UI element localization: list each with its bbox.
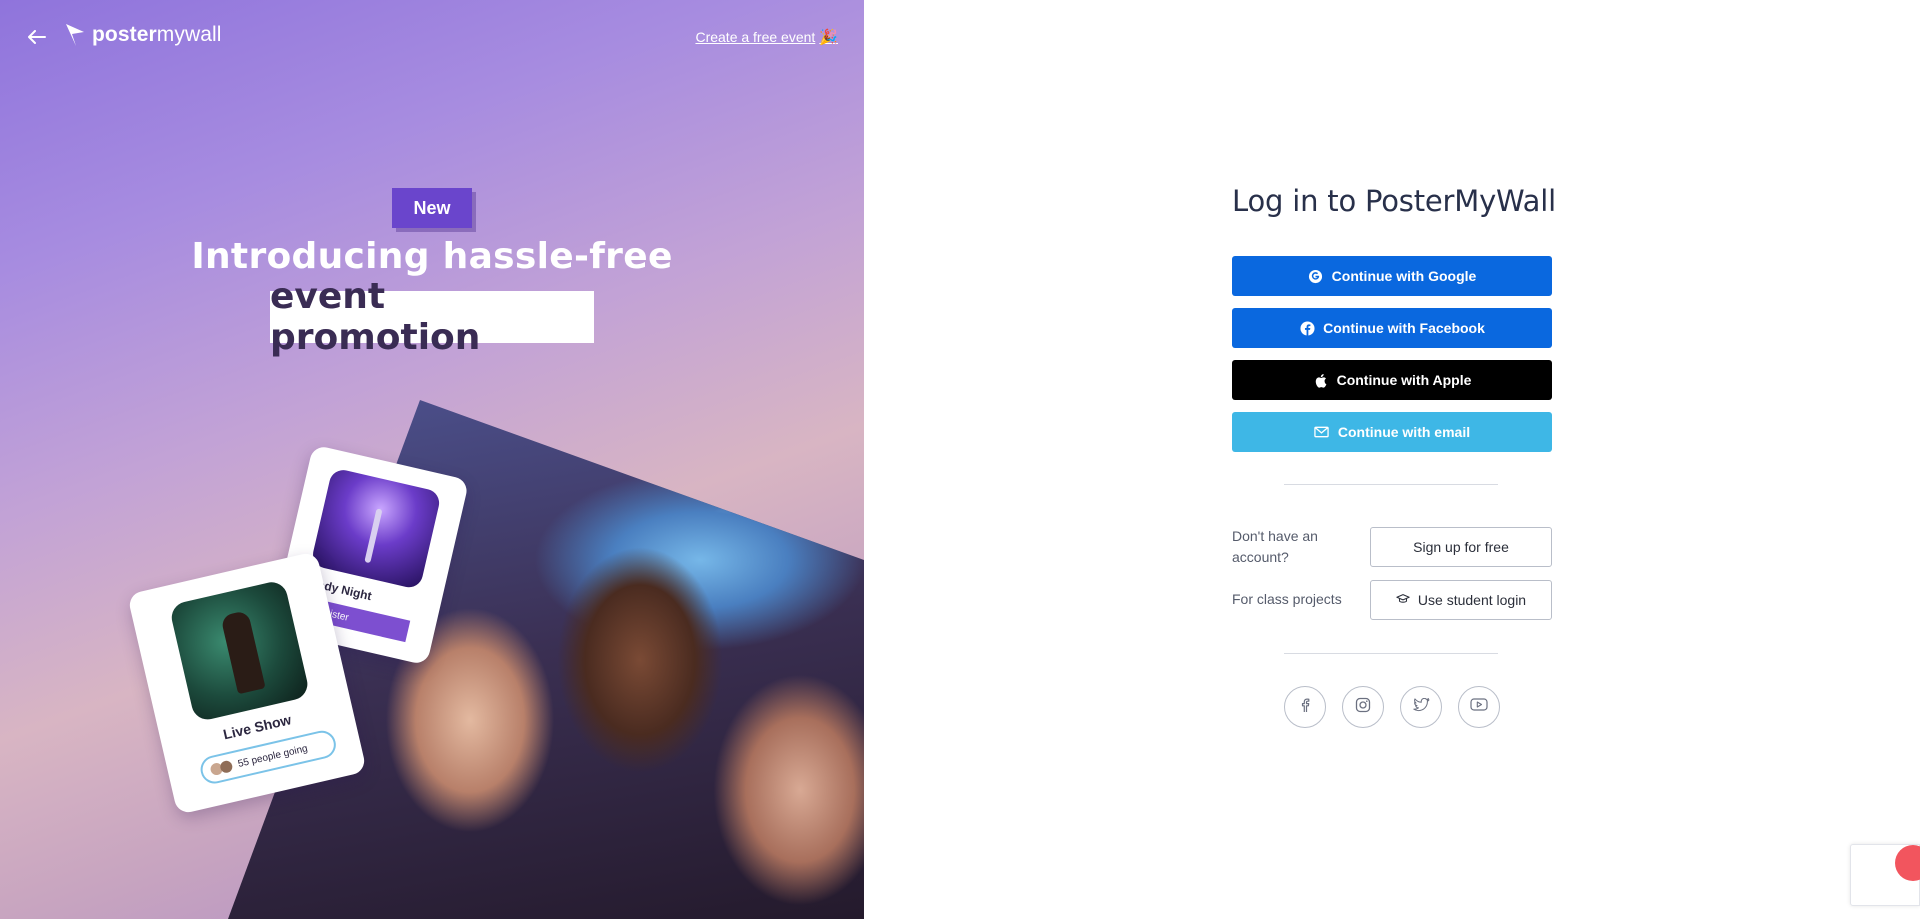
continue-with-google-button[interactable]: Continue with Google (1232, 256, 1552, 296)
login-panel: Log in to PosterMyWall Continue with Goo… (864, 0, 1920, 919)
apple-button-label: Continue with Apple (1336, 372, 1472, 388)
youtube-social-link[interactable] (1458, 686, 1500, 728)
postermywall-logo[interactable]: postermywall (64, 22, 222, 48)
facebook-icon (1300, 697, 1310, 718)
people-going-label: 55 people going (236, 742, 309, 770)
promo-panel: postermywall Create a free event 🎉 New I… (0, 0, 864, 919)
signup-prompt: Don't have an account? (1232, 528, 1318, 565)
logo-mark-icon (66, 24, 84, 46)
graduation-cap-icon (1396, 592, 1410, 608)
continue-with-facebook-button[interactable]: Continue with Facebook (1232, 308, 1552, 348)
crowd-photo (228, 400, 864, 919)
promo-headline-highlight: event promotion (270, 276, 594, 358)
recaptcha-badge[interactable] (1850, 844, 1920, 906)
back-arrow-icon[interactable] (24, 24, 50, 50)
divider (1284, 653, 1498, 654)
sign-up-label: Sign up for free (1413, 539, 1509, 555)
sign-up-button[interactable]: Sign up for free (1370, 527, 1552, 567)
facebook-social-link[interactable] (1284, 686, 1326, 728)
promo-topbar: postermywall Create a free event 🎉 (0, 0, 864, 72)
email-button-label: Continue with email (1337, 424, 1471, 440)
facebook-button-label: Continue with Facebook (1323, 320, 1485, 336)
student-login-label: Use student login (1417, 592, 1527, 608)
continue-with-email-button[interactable]: Continue with email (1232, 412, 1552, 452)
google-icon (1308, 268, 1324, 284)
comedy-card-image (310, 467, 442, 591)
twitter-icon (1412, 697, 1430, 717)
logo-text: postermywall (92, 23, 222, 46)
continue-with-apple-button[interactable]: Continue with Apple (1232, 360, 1552, 400)
live-card-image (168, 579, 311, 723)
apple-icon (1313, 372, 1329, 388)
student-login-button[interactable]: Use student login (1370, 580, 1552, 620)
create-event-label: Create a free event (695, 29, 816, 45)
instagram-icon (1355, 697, 1371, 718)
instagram-social-link[interactable] (1342, 686, 1384, 728)
promo-headline: Introducing hassle-free (191, 236, 673, 277)
google-button-label: Continue with Google (1331, 268, 1477, 284)
mail-icon (1314, 424, 1330, 440)
class-projects-prompt: For class projects (1232, 591, 1342, 607)
recaptcha-logo-icon (1895, 845, 1920, 881)
youtube-icon (1470, 698, 1488, 716)
party-popper-icon: 🎉 (819, 29, 838, 46)
twitter-social-link[interactable] (1400, 686, 1442, 728)
divider (1284, 484, 1498, 485)
new-badge: New (392, 188, 472, 228)
facebook-icon (1299, 320, 1315, 336)
create-free-event-link[interactable]: Create a free event 🎉 (695, 28, 838, 46)
page-title: Log in to PosterMyWall (1232, 184, 1556, 218)
